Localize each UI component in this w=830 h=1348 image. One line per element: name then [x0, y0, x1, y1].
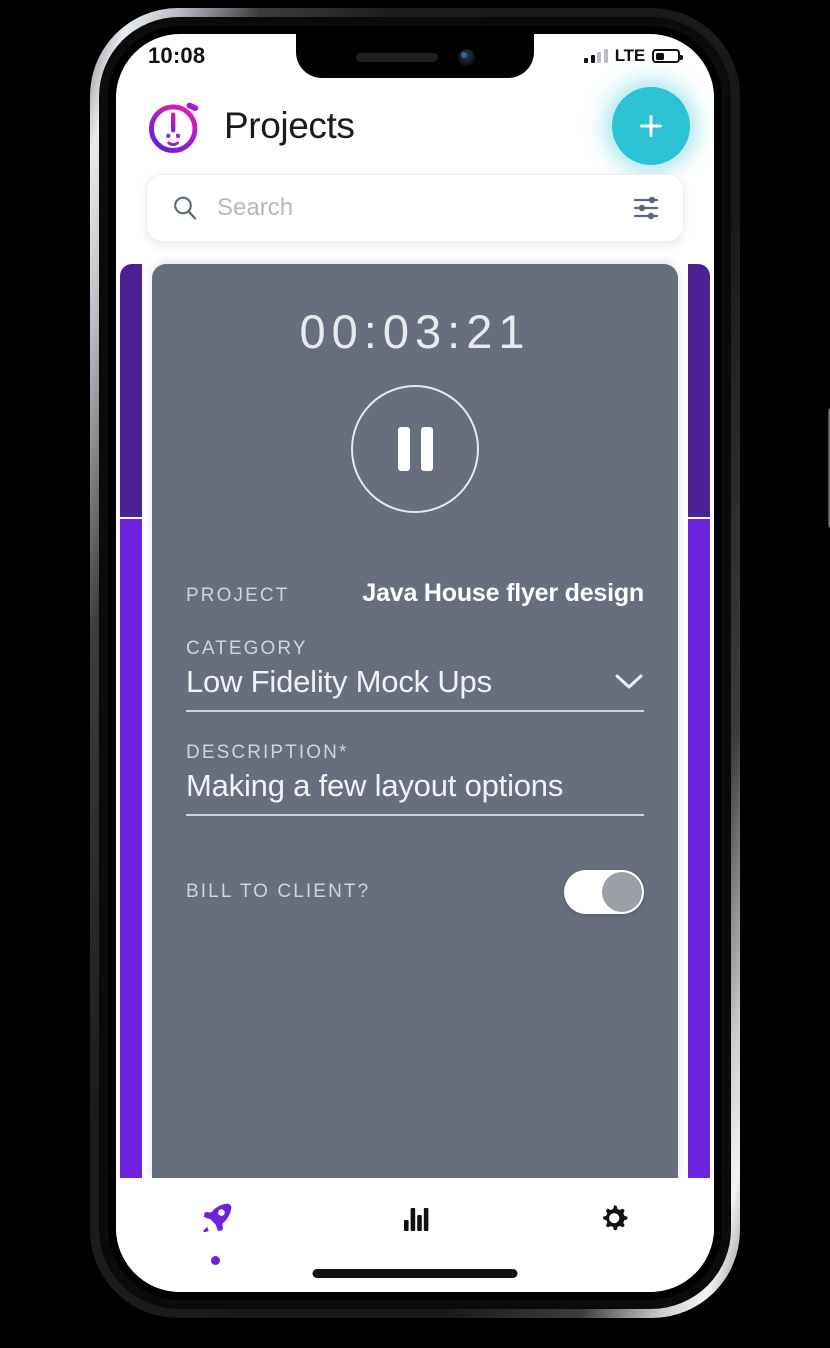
- phone-mid-frame: 10:08 LTE Projects Search 00:03:21 PROJE…: [99, 17, 731, 1309]
- add-project-button[interactable]: [612, 87, 690, 165]
- bill-to-client-row: BILL TO CLIENT?: [186, 870, 644, 914]
- add-project-fab-wrap: [612, 87, 690, 165]
- project-label: PROJECT: [186, 585, 290, 606]
- search-section: [116, 174, 714, 256]
- timer-display: 00:03:21: [299, 305, 531, 358]
- sidebar-item-projects[interactable]: [116, 1196, 315, 1265]
- page-title: Projects: [224, 105, 355, 146]
- home-indicator-bar[interactable]: [312, 1269, 518, 1278]
- category-value: Low Fidelity Mock Ups: [186, 664, 492, 699]
- project-carousel[interactable]: 00:03:21 PROJECT Java House flyer design…: [116, 256, 714, 1178]
- bar-chart-icon: [403, 1208, 429, 1231]
- app-header: Projects: [116, 78, 714, 174]
- timer-control-wrap: [186, 385, 644, 513]
- bottom-tab-bar: [116, 1178, 714, 1292]
- status-indicators: LTE: [584, 46, 683, 66]
- filter-sliders-icon[interactable]: [631, 195, 661, 221]
- search-bar[interactable]: [146, 174, 684, 242]
- description-field[interactable]: DESCRIPTION* Making a few layout options: [186, 742, 644, 816]
- status-bar: 10:08 LTE: [116, 34, 714, 78]
- category-field[interactable]: CATEGORY Low Fidelity Mock Ups: [186, 638, 644, 712]
- bill-to-client-label: BILL TO CLIENT?: [186, 881, 371, 902]
- gear-icon: [603, 1205, 628, 1231]
- toggle-knob: [602, 872, 642, 912]
- chevron-down-icon[interactable]: [614, 673, 644, 691]
- phone-screen: 10:08 LTE Projects Search 00:03:21 PROJE…: [116, 34, 714, 1292]
- previous-project-card-peek[interactable]: [120, 264, 142, 1178]
- category-label: CATEGORY: [186, 638, 308, 659]
- signal-icon: [584, 49, 608, 63]
- phone-bezel: 10:08 LTE Projects Search 00:03:21 PROJE…: [108, 26, 722, 1300]
- description-value[interactable]: Making a few layout options: [186, 768, 644, 804]
- rocket-icon: [202, 1203, 231, 1233]
- search-input[interactable]: [217, 194, 631, 222]
- lte-label: LTE: [614, 46, 645, 65]
- sidebar-item-settings[interactable]: [515, 1196, 714, 1240]
- status-time: 10:08: [148, 43, 206, 68]
- pause-button[interactable]: [351, 385, 479, 513]
- next-project-card-peek[interactable]: [688, 264, 710, 1178]
- sidebar-item-reports[interactable]: [315, 1196, 514, 1240]
- active-tab-indicator: [211, 1256, 221, 1265]
- phone-hardware-frame: 10:08 LTE Projects Search 00:03:21 PROJE…: [90, 8, 830, 1318]
- stopwatch-face-logo-icon: [146, 97, 204, 155]
- battery-icon: [652, 49, 683, 63]
- timer-fields: PROJECT Java House flyer design CATEGORY…: [186, 579, 644, 914]
- bill-to-client-toggle[interactable]: [564, 870, 644, 914]
- description-label: DESCRIPTION*: [186, 742, 349, 763]
- project-row: PROJECT Java House flyer design: [186, 579, 644, 608]
- screenshot-stage: 10:08 LTE Projects Search 00:03:21 PROJE…: [0, 0, 830, 1348]
- plus-icon: [640, 115, 662, 137]
- pause-icon-bar-right: [420, 427, 433, 471]
- active-timer-card: 00:03:21 PROJECT Java House flyer design…: [152, 264, 678, 1178]
- project-value: Java House flyer design: [362, 579, 644, 607]
- search-icon: [171, 194, 199, 222]
- pause-icon-bar-left: [397, 427, 410, 471]
